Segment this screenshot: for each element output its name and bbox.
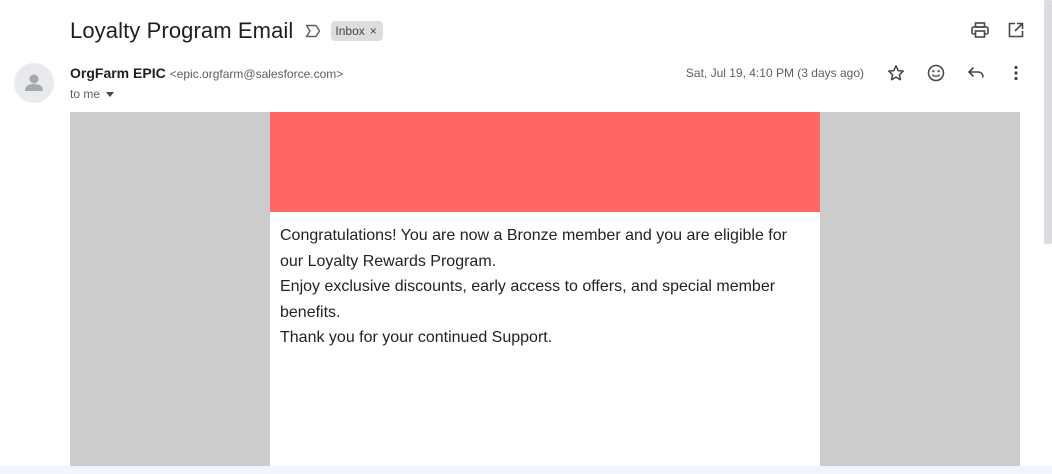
email-content-canvas: Congratulations! You are now a Bronze me…	[70, 112, 1020, 474]
print-icon[interactable]	[970, 20, 990, 40]
scrollbar[interactable]	[1044, 0, 1052, 244]
reply-icon[interactable]	[966, 63, 986, 83]
more-vert-icon[interactable]	[1006, 63, 1026, 83]
body-line-benefits: Enjoy exclusive discounts, early access …	[280, 278, 776, 321]
top-actions	[970, 20, 1026, 40]
sender-avatar[interactable]	[14, 63, 54, 103]
sender-name[interactable]: OrgFarm EPIC	[70, 65, 166, 81]
email-body: Congratulations! You are now a Bronze me…	[270, 212, 820, 351]
open-in-new-window-icon[interactable]	[1006, 20, 1026, 40]
sender-block: OrgFarm EPIC <epic.orgfarm@salesforce.co…	[70, 65, 343, 101]
remove-label-button[interactable]: ×	[370, 24, 377, 38]
emoji-icon[interactable]	[926, 63, 946, 83]
star-icon[interactable]	[886, 63, 906, 83]
message-date: Sat, Jul 19, 4:10 PM (3 days ago)	[685, 66, 864, 80]
recipient-text: to me	[70, 87, 101, 101]
important-marker-icon[interactable]	[305, 22, 323, 40]
sender-email: <epic.orgfarm@salesforce.com>	[169, 67, 344, 81]
bottom-strip	[0, 466, 1052, 474]
email-subject: Loyalty Program Email	[70, 18, 294, 43]
inbox-label-chip: Inbox ×	[331, 21, 383, 41]
inbox-label-text: Inbox	[335, 24, 365, 38]
message-meta: Sat, Jul 19, 4:10 PM (3 days ago)	[686, 63, 1026, 83]
email-banner	[270, 112, 820, 212]
email-card: Congratulations! You are now a Bronze me…	[270, 112, 820, 474]
body-line-congrats: Congratulations! You are now a Bronze me…	[280, 227, 787, 270]
subject-row: Loyalty Program Email Inbox ×	[70, 16, 383, 46]
chevron-down-icon	[106, 91, 115, 97]
sender-line: OrgFarm EPIC <epic.orgfarm@salesforce.co…	[70, 65, 343, 81]
body-line-thanks: Thank you for your continued Support.	[280, 329, 553, 346]
person-icon	[25, 74, 43, 91]
message-actions	[886, 63, 1026, 83]
recipient-details-toggle[interactable]: to me	[70, 87, 343, 101]
